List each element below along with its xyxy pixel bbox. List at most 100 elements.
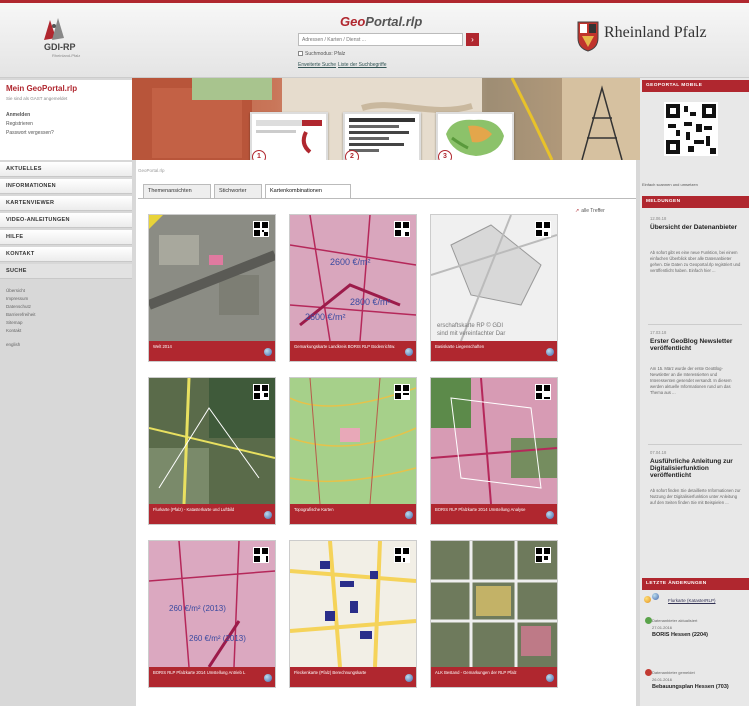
footer-link-impressum[interactable]: Impressum [6,296,28,301]
map-card-caption: BORIS RLP Pfalzkarte 2014 Umstellung Ana… [431,504,557,524]
footer-link-sitemap[interactable]: Sitemap [6,320,23,325]
globe-icon[interactable] [264,348,272,356]
news-date-1: 12.06.18 [650,216,667,221]
globe-icon[interactable] [405,348,413,356]
news-date-3: 07.04.18 [650,450,667,455]
map-card-8[interactable]: Fleckenkarte (Pfalz) Berechnungskarte [289,540,417,688]
forgot-password-link[interactable]: Passwort vergessen? [6,130,54,136]
change-date-2: 27.01.2016 [652,625,673,630]
nav-item-informationen[interactable]: INFORMATIONEN [0,179,132,194]
svg-text:sind mit vereinfachter Dar: sind mit vereinfachter Dar [437,331,505,337]
map-card-6[interactable]: BORIS RLP Pfalzkarte 2014 Umstellung Ana… [430,377,558,525]
qr-code-icon [253,384,269,400]
news-header: MELDUNGEN [642,196,749,208]
map-card-caption: Gemarkungskarte Landkreis BORIS RLP Bode… [290,341,416,361]
qr-code-icon [535,384,551,400]
login-link[interactable]: Anmelden [6,112,30,118]
tab-divider [138,198,636,199]
mobile-header: GEOPORTAL MOBILE [642,80,749,92]
tab-kartenkombinationen[interactable]: Kartenkombinationen [265,184,351,198]
svg-text:2600 €/m²: 2600 €/m² [330,257,371,267]
map-card-7[interactable]: 260 €/m² (2013) 260 €/m² (2013) BORIS RL… [148,540,276,688]
footer-link-datenschutz[interactable]: Datenschutz [6,304,31,309]
state-wordmark: Rheinland Pfalz [604,24,707,41]
map-card-caption: BORIS RLP Pfalzkarte 2014 Umstellung Ant… [149,667,275,687]
globe-icon [652,593,659,600]
footer-link-barrierefreiheit[interactable]: Barrierefreiheit [6,312,36,317]
map-thumbnail-4 [149,378,275,504]
nav-item-suche[interactable]: SUCHE [0,264,132,279]
map-thumbnail-3: erschaftskarte RP © GDI sind mit vereinf… [431,215,557,341]
footer-link-uebersicht[interactable]: Übersicht [6,288,25,293]
qr-code-icon [535,221,551,237]
globe-icon[interactable] [546,348,554,356]
change-title-3[interactable]: Bebauungsplan Hessen (703) [652,684,742,691]
tab-stichworter[interactable]: Stichworter [214,184,262,198]
mobile-qr-code-icon[interactable] [664,102,718,156]
globe-icon[interactable] [264,674,272,682]
qr-code-icon [253,221,269,237]
svg-text:2600 €/m²: 2600 €/m² [305,312,346,322]
change-label-1: Datenanbieter aktualisiert [652,618,698,623]
register-link[interactable]: Registrieren [6,121,33,127]
language-link-english[interactable]: english [6,342,20,347]
news-title-3[interactable]: Ausführliche Anleitung zur Digitalisierf… [650,458,742,479]
map-card-3[interactable]: erschaftskarte RP © GDI sind mit vereinf… [430,214,558,362]
change-title-1[interactable]: Flurkarte (KatasterRLP) [668,598,716,603]
news-text-3: Ab sofort finden Sie detaillierte Inform… [650,488,741,505]
search-mode-checkbox[interactable]: Suchmodus: Pfalz [298,51,345,57]
search-input[interactable] [298,33,463,46]
change-title-2[interactable]: BORIS Hessen (2204) [652,632,708,638]
map-thumbnail-9 [431,541,557,667]
map-card-5[interactable]: Topografische Karten [289,377,417,525]
globe-icon[interactable] [546,674,554,682]
news-divider [648,324,742,325]
nav-item-kontakt[interactable]: KONTAKT [0,247,132,262]
map-thumbnail-8 [290,541,416,667]
footer-link-kontakt[interactable]: Kontakt [6,328,21,333]
map-card-caption: Fleckenkarte (Pfalz) Berechnungskarte [290,667,416,687]
map-thumbnail-2: 2600 €/m² 2800 €/m² 2600 €/m² [290,215,416,341]
map-card-2[interactable]: 2600 €/m² 2800 €/m² 2600 €/m² Gemarkungs… [289,214,417,362]
qr-code-icon [394,221,410,237]
qr-code-icon [394,384,410,400]
search-terms-link[interactable]: Liste der Suchbegriffe [338,62,387,68]
tab-themenansichten[interactable]: Themenansichten [143,184,211,198]
coat-of-arms-icon [577,21,599,52]
qr-caption: Einfach scannen und umsetzen [642,182,698,187]
changes-header: LETZTE ÄNDERUNGEN [642,578,749,590]
globe-icon[interactable] [546,511,554,519]
map-card-4[interactable]: Flurkarte (Pfalz) - Katasterkarte und Lu… [148,377,276,525]
geoportal-logo[interactable]: GeoPortal.rlp [340,14,422,29]
login-status: Sie sind als GAST angemeldet [6,96,68,101]
breadcrumb[interactable]: GeoPortal.rlp [138,168,165,173]
search-button[interactable]: › [466,33,479,46]
nav-item-hilfe[interactable]: HILFE [0,230,132,245]
map-thumbnail-6 [431,378,557,504]
map-card-9[interactable]: ALK Bestand - Gemarkungen der RLP Pfalz [430,540,558,688]
news-date-2: 17.03.18 [650,330,667,335]
news-text-2: Am 15. März wurde der erste GeoBlog-News… [650,366,732,395]
globe-icon[interactable] [405,511,413,519]
login-title[interactable]: Mein GeoPortal.rlp [6,84,77,93]
nav-item-video-anleitungen[interactable]: VIDEO-ANLEITUNGEN [0,213,132,228]
extended-search-link[interactable]: Erweiterte Suche [298,62,336,68]
map-card-1[interactable]: Welt 2014 [148,214,276,362]
globe-icon[interactable] [264,511,272,519]
map-thumbnail-5 [290,378,416,504]
all-results-label: alle Treffer [581,208,605,214]
news-title-2[interactable]: Erster GeoBlog Newsletter veröffentlicht [650,338,742,352]
globe-icon[interactable] [405,674,413,682]
map-thumbnail-7: 260 €/m² (2013) 260 €/m² (2013) [149,541,275,667]
checkbox-icon[interactable] [298,51,303,56]
news-title-1[interactable]: Übersicht der Datenanbieter [650,224,742,231]
news-text-1: Ab sofort gibt es eine neue Funktion, be… [650,250,741,273]
nav-item-kartenviewer[interactable]: KARTENVIEWER [0,196,132,211]
svg-text:260 €/m² (2013): 260 €/m² (2013) [169,604,226,613]
all-results-link[interactable]: ↗ alle Treffer [575,208,605,214]
map-card-caption: Flurkarte (Pfalz) - Katasterkarte und Lu… [149,504,275,524]
layer-icon [644,596,651,603]
nav-item-aktuelles[interactable]: AKTUELLES [0,162,132,177]
qr-code-icon [535,547,551,563]
news-divider [648,444,742,445]
